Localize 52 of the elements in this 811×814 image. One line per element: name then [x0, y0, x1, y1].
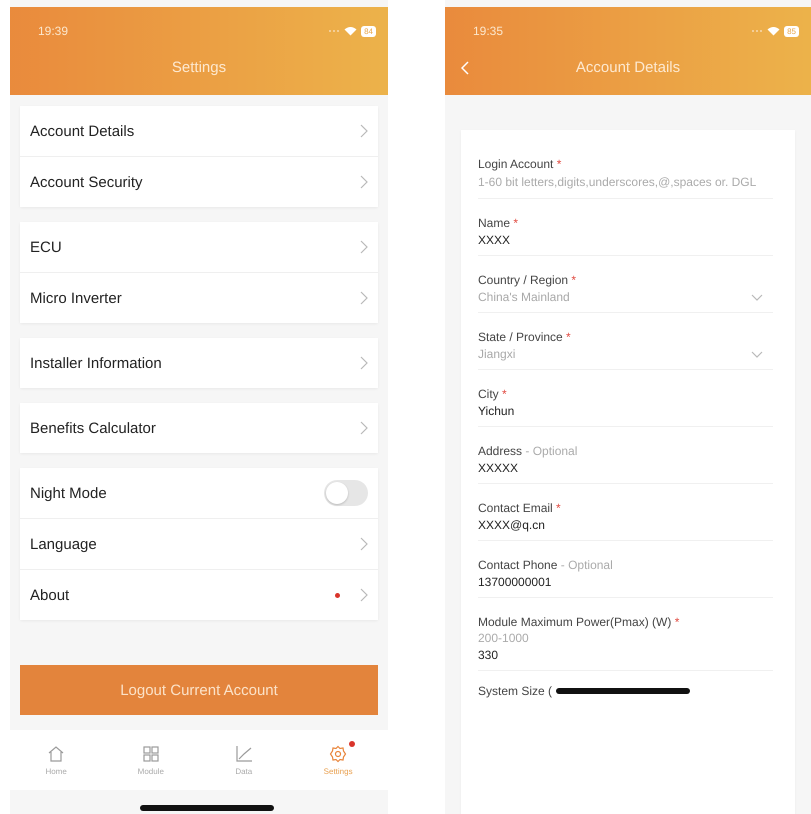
menu-row[interactable]: Account Security	[20, 156, 378, 207]
field-label: Login Account *	[478, 156, 562, 172]
menu-row[interactable]: Language	[20, 518, 378, 569]
input-field[interactable]: Yichun	[478, 402, 773, 420]
chevron-down-icon	[751, 294, 763, 300]
chevron-right-icon	[360, 588, 368, 602]
field-hint: 200-1000	[478, 630, 530, 646]
chevron-right-icon	[360, 291, 368, 305]
menu-row[interactable]: ECU	[20, 222, 378, 272]
menu-row[interactable]: About	[20, 569, 378, 620]
screen-title: Settings	[170, 59, 228, 76]
field-label: City *	[478, 386, 508, 402]
chevron-right-icon	[360, 240, 368, 254]
menu-row[interactable]: Installer Information	[20, 338, 378, 388]
wifi-icon	[767, 26, 780, 36]
signal-icon	[328, 29, 340, 33]
chevron-right-icon	[360, 175, 368, 189]
battery-level: 84	[361, 26, 376, 36]
chevron-right-icon	[360, 124, 368, 138]
status-time: 19:35	[473, 24, 504, 38]
battery-level: 85	[784, 26, 799, 36]
input-field[interactable]: 330	[478, 646, 773, 664]
field-label: Module Maximum Power(Pmax) (W) *	[478, 614, 680, 630]
chevron-right-icon	[360, 356, 368, 370]
back-icon[interactable]	[461, 61, 469, 75]
input-field[interactable]: XXXX	[478, 231, 773, 249]
grid-icon	[142, 744, 160, 762]
chevron-right-icon	[360, 537, 368, 551]
field-label: Address - Optional	[478, 443, 578, 459]
chevron-down-icon	[751, 350, 763, 358]
field-label: State / Province *	[478, 329, 572, 345]
menu-row[interactable]: Benefits Calculator	[20, 403, 378, 453]
toggle-switch[interactable]	[324, 480, 368, 506]
screen-title: Account Details	[576, 59, 680, 76]
field-label: Country / Region *	[478, 272, 578, 288]
input-field[interactable]: 13700000001	[478, 573, 773, 591]
input-field[interactable]: XXXX@q.cn	[478, 516, 773, 534]
menu-row[interactable]: Micro Inverter	[20, 272, 378, 323]
line-chart-icon	[234, 744, 253, 762]
field-label: Contact Phone - Optional	[478, 557, 614, 573]
home-icon	[47, 744, 66, 762]
signal-icon	[751, 29, 764, 33]
status-time: 19:39	[38, 24, 68, 38]
field-label: System Size (	[478, 683, 552, 699]
wifi-icon	[344, 26, 358, 36]
menu-row[interactable]: Night Mode	[20, 468, 378, 518]
input-field[interactable]: XXXXX	[478, 459, 773, 477]
field-label: Name *	[478, 215, 520, 231]
settings-icon	[329, 744, 348, 762]
chevron-right-icon	[360, 421, 368, 435]
menu-row[interactable]: Account Details	[20, 106, 378, 156]
field-label: Contact Email *	[478, 500, 562, 516]
